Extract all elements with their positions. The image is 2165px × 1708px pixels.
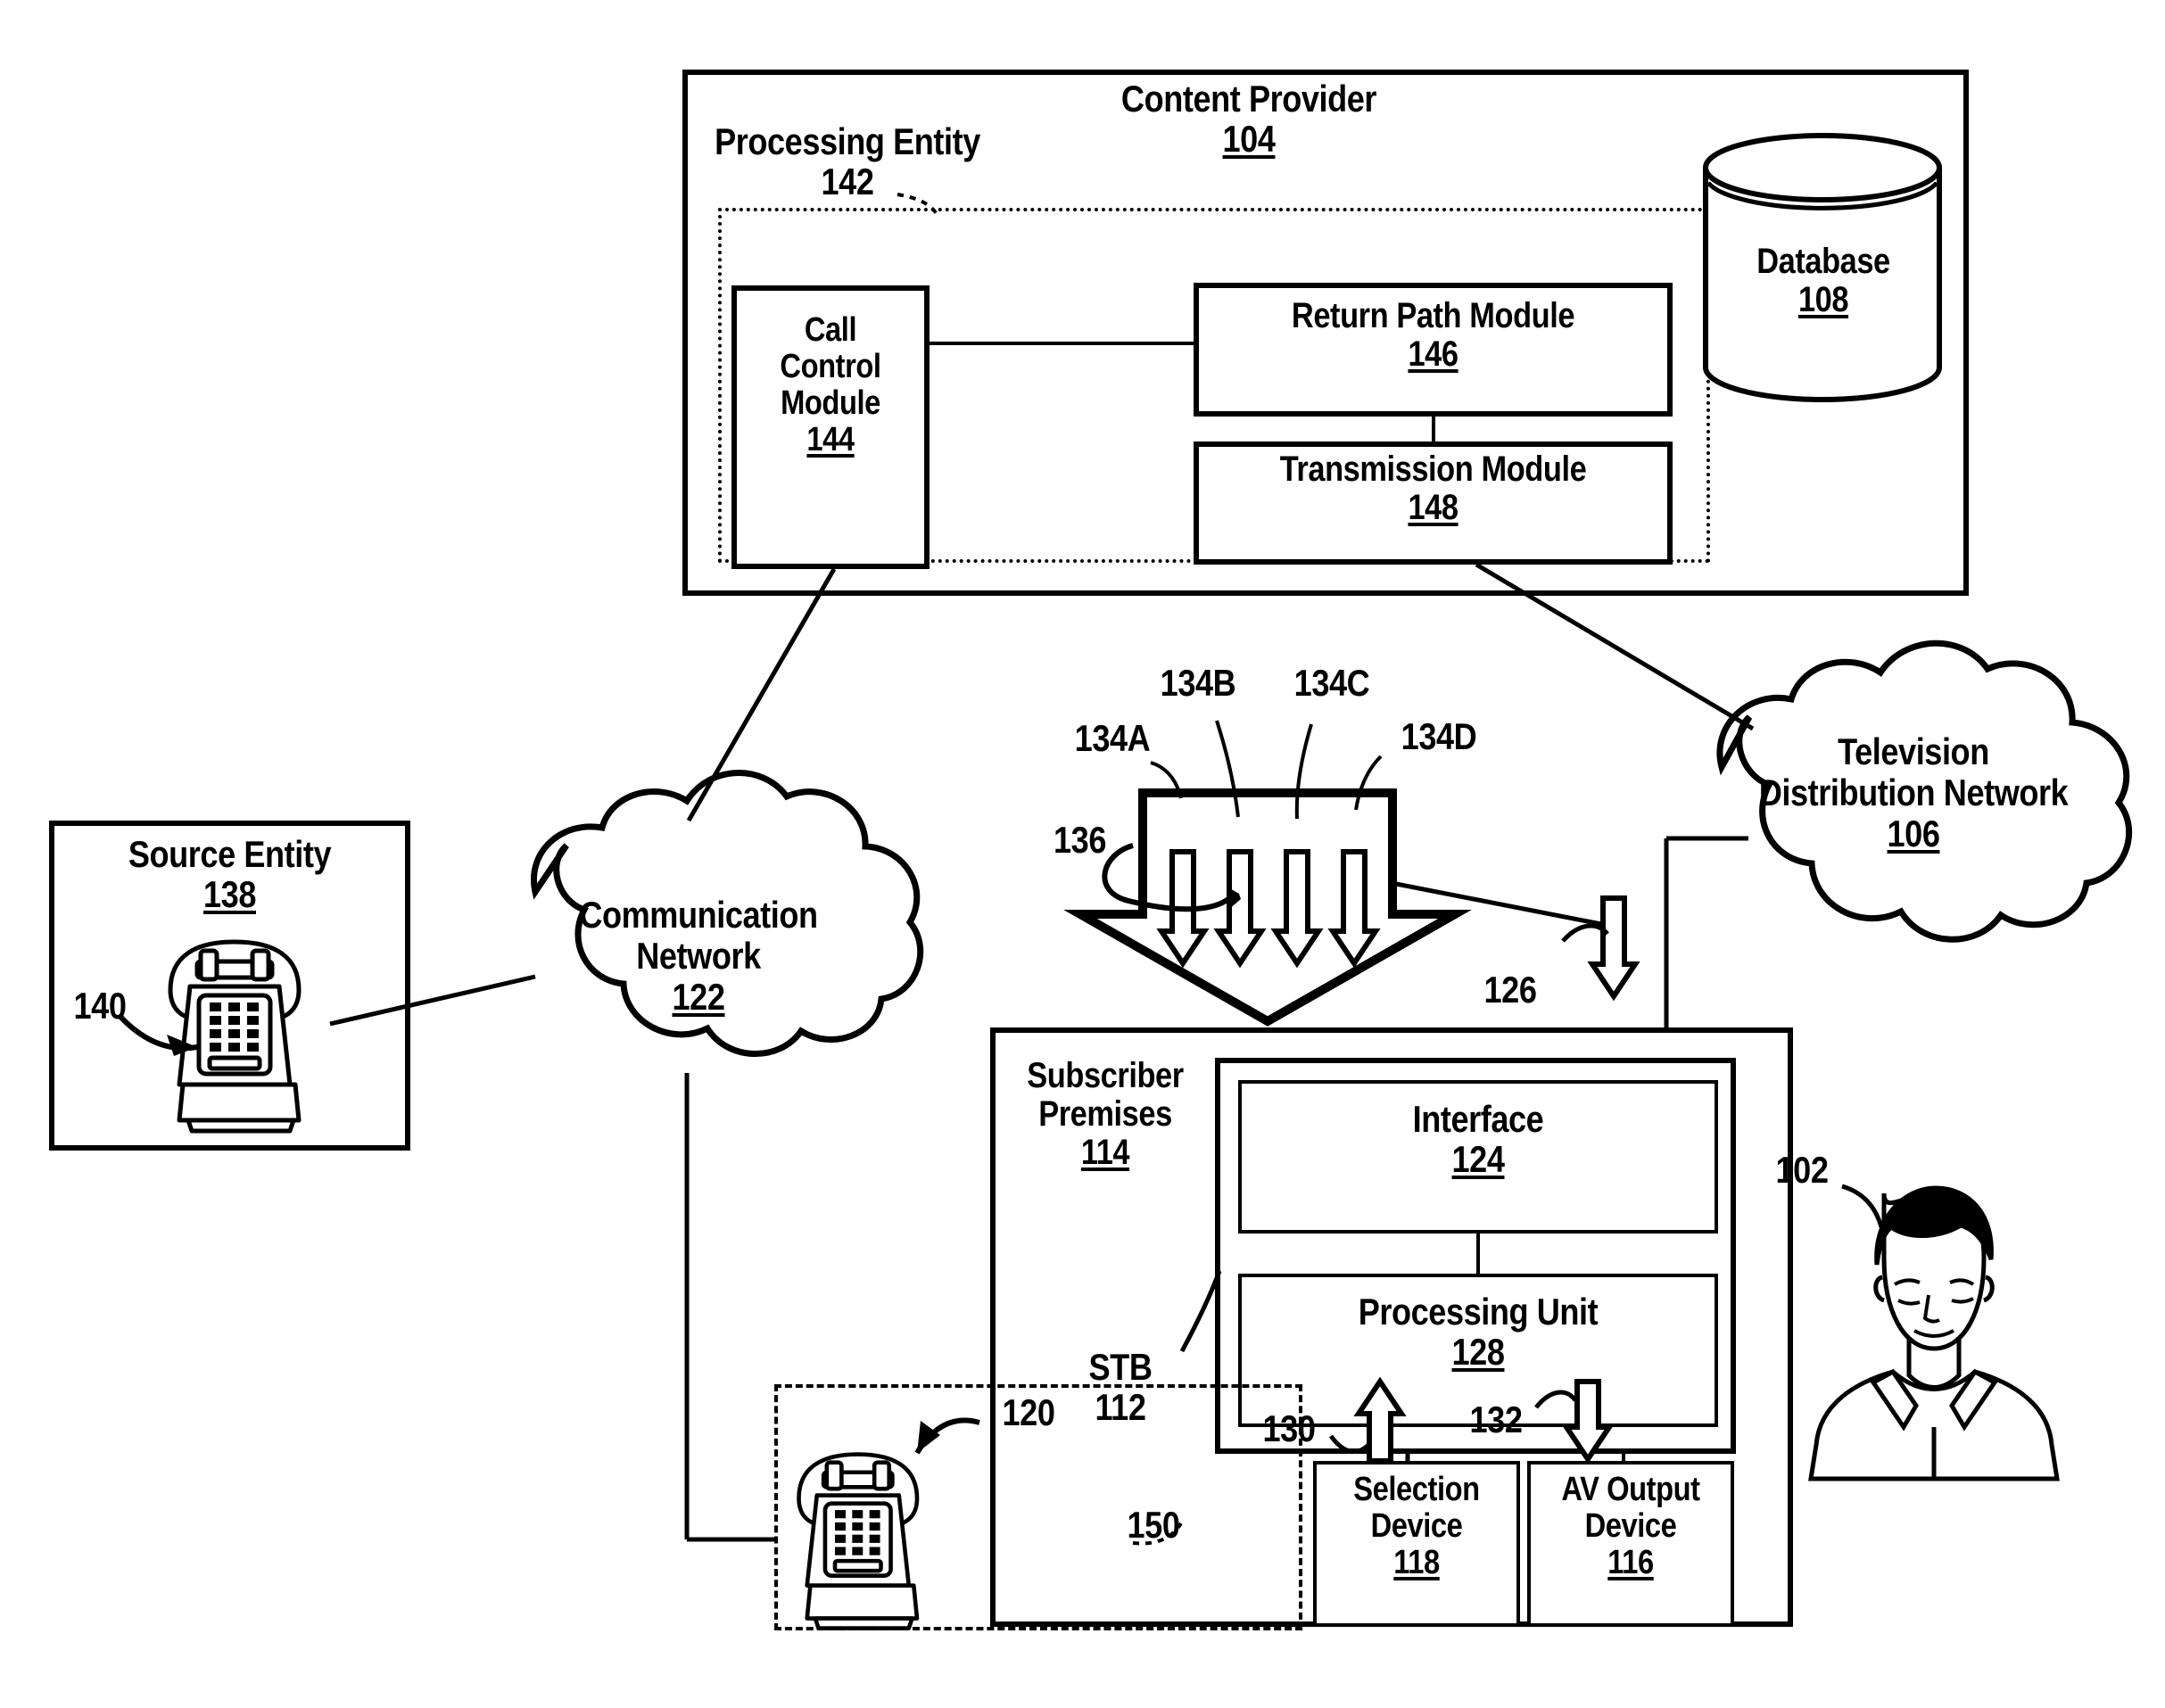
downlink-arrow-label-126: 126 (1483, 969, 1537, 1011)
stream-arrow-label-134B: 134B (1160, 662, 1236, 704)
av-output-device-line-1: AV Output (1561, 1471, 1700, 1508)
content-provider-ref: 104 (1222, 118, 1276, 161)
connector-call-to-return (930, 342, 1195, 345)
call-control-module-ref: 144 (806, 421, 855, 459)
stream-arrow-134B (1213, 849, 1267, 969)
communication-network-line-1: Communication (579, 894, 818, 936)
source-entity-title: Source Entity (128, 833, 332, 875)
processing-entity-title-text: Processing Entity (715, 120, 980, 162)
processing-unit-label: Processing Unit 128 (1273, 1291, 1682, 1373)
stream-arrow-label-134C: 134C (1293, 662, 1370, 704)
connector-return-to-transmission (1432, 417, 1435, 443)
dotted-region-150-label: 150 (1127, 1504, 1180, 1546)
call-control-module-line-3: Module (781, 384, 880, 423)
interface-title: Interface (1412, 1098, 1544, 1140)
arrow-132-label: 132 (1469, 1399, 1523, 1440)
patent-figure-canvas: Content Provider 104 Processing Entity 1… (0, 0, 2165, 1708)
interface-ref: 124 (1451, 1138, 1505, 1181)
stream-arrow-label-134A: 134A (1074, 717, 1151, 759)
stream-arrow-134C (1270, 849, 1324, 969)
source-entity-ref: 138 (203, 873, 256, 916)
processing-unit-title: Processing Unit (1358, 1291, 1599, 1333)
call-control-module-line-1: Call (804, 311, 857, 349)
processing-entity-title: Processing Entity 142 (686, 121, 1008, 202)
transmission-module-ref: 148 (1408, 488, 1458, 528)
database-ref: 108 (1797, 280, 1849, 320)
content-provider-title-text: Content Provider (1120, 78, 1377, 120)
subscriber-premises-line-2: Premises (1038, 1094, 1172, 1135)
content-provider-title: Content Provider 104 (1087, 78, 1409, 160)
subscriber-premises-ref: 114 (1080, 1133, 1130, 1173)
connector-stb-to-selection (1406, 1454, 1409, 1463)
database-label: Database 108 (1724, 242, 1922, 320)
connector-interface-to-processing (1476, 1234, 1480, 1274)
television-distribution-network-label: Television Distribution Network 106 (1730, 730, 2098, 855)
selection-device-line-2: Device (1370, 1507, 1463, 1546)
call-control-module-label: Call Control Module 144 (747, 311, 913, 459)
television-distribution-network-line-1: Television (1838, 730, 1989, 772)
return-path-module-line-1: Return Path Module (1291, 296, 1575, 335)
call-control-module-line-2: Control (780, 348, 881, 386)
database-title: Database (1756, 242, 1890, 281)
communication-network-label: Communication Network 122 (549, 894, 847, 1019)
interface-label: Interface 124 (1273, 1099, 1682, 1180)
processing-entity-ref: 142 (821, 161, 874, 203)
selection-device-ref: 118 (1393, 1544, 1440, 1582)
premises-telephone-ref-120: 120 (1002, 1391, 1055, 1433)
television-distribution-network-ref: 106 (1887, 813, 1940, 855)
return-path-module-ref: 146 (1408, 334, 1458, 375)
connector-stb-to-av-output (1622, 1454, 1625, 1463)
television-distribution-network-line-2: Distribution Network (1758, 771, 2069, 814)
communication-network-ref: 122 (672, 976, 725, 1019)
av-output-device-line-2: Device (1584, 1507, 1677, 1546)
av-output-device-ref: 116 (1607, 1544, 1654, 1582)
stream-arrow-label-134D: 134D (1401, 715, 1477, 757)
stream-arrow-134D (1327, 849, 1381, 969)
source-entity-label: Source Entity 138 (79, 834, 382, 915)
selection-device-label: Selection Device 118 (1329, 1471, 1504, 1582)
selection-device-line-1: Selection (1353, 1471, 1480, 1508)
stream-arrow-134A (1156, 849, 1210, 969)
transmission-module-label: Transmission Module 148 (1228, 450, 1637, 527)
processing-unit-ref: 128 (1451, 1331, 1505, 1374)
return-path-module-label: Return Path Module 146 (1228, 296, 1637, 375)
stream-arrow-group-label-136: 136 (1054, 819, 1106, 861)
transmission-module-line-1: Transmission Module (1279, 450, 1587, 489)
stb-title: STB (1088, 1346, 1153, 1388)
source-telephone-ref: 140 (73, 985, 127, 1027)
av-output-device-label: AV Output Device 116 (1543, 1471, 1718, 1582)
viewer-ref-label-102: 102 (1775, 1149, 1829, 1191)
communication-network-line-2: Network (636, 935, 761, 978)
subscriber-premises-label: Subscriber Premises 114 (1017, 1056, 1194, 1173)
subscriber-premises-line-1: Subscriber (1027, 1056, 1184, 1095)
